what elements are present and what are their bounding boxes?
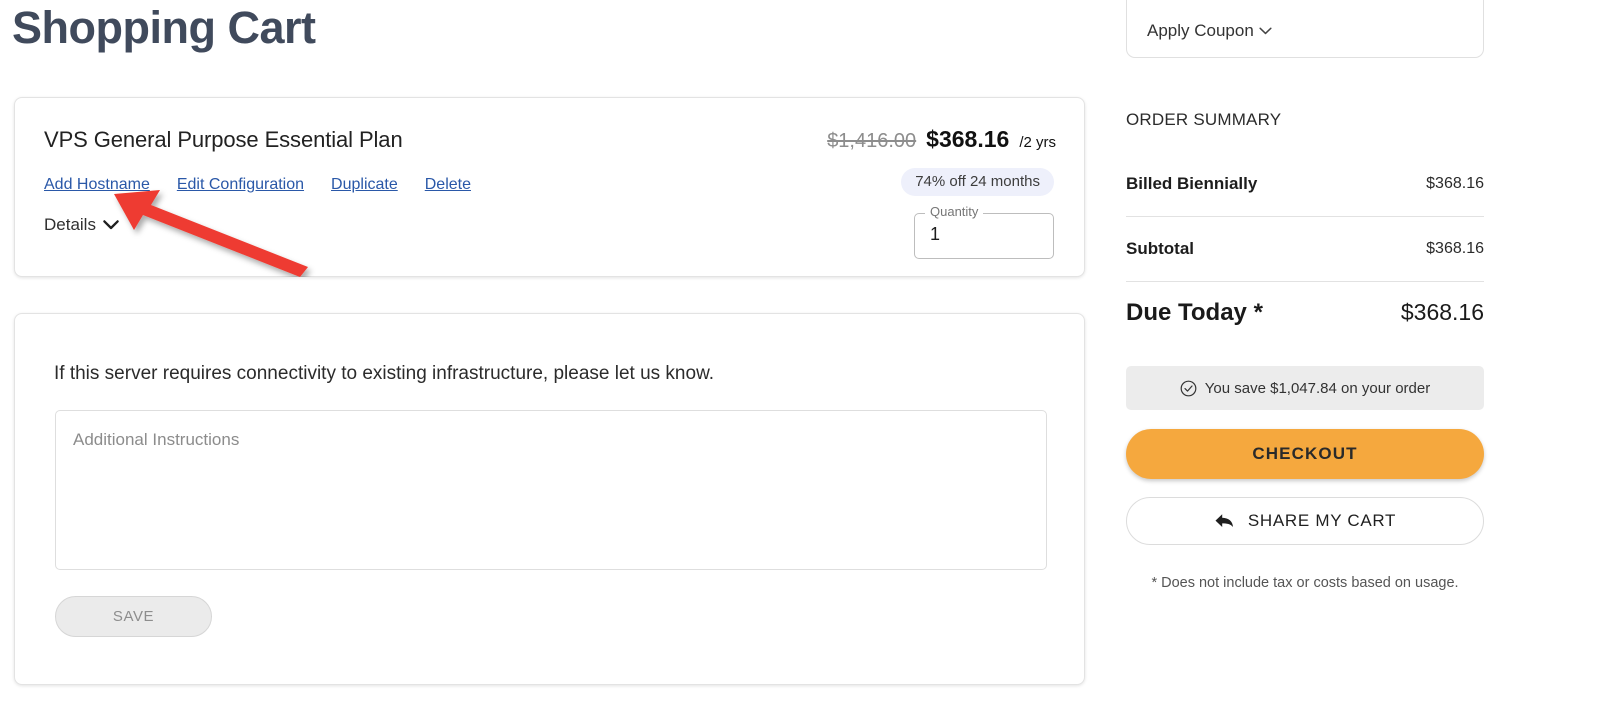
summary-row-subtotal: Subtotal $368.16 [1126, 239, 1484, 259]
due-today-value: $368.16 [1400, 299, 1484, 325]
product-card: VPS General Purpose Essential Plan Add H… [14, 97, 1085, 277]
summary-value: $368.16 [1426, 240, 1484, 257]
share-arrow-icon [1214, 513, 1235, 529]
due-today-row: Due Today * $368.16 [1126, 299, 1484, 327]
discount-badge: 74% off 24 months [901, 168, 1054, 196]
quantity-input[interactable] [930, 224, 1030, 245]
product-name: VPS General Purpose Essential Plan [44, 127, 403, 152]
tax-footnote: * Does not include tax or costs based on… [1151, 575, 1459, 591]
delete-link[interactable]: Delete [425, 176, 471, 194]
chevron-down-icon [103, 220, 119, 230]
quantity-field-wrapper: Quantity [914, 204, 1054, 259]
additional-instructions-box [55, 410, 1047, 570]
checkout-button[interactable]: CHECKOUT [1126, 429, 1484, 479]
apply-coupon-label: Apply Coupon [1147, 21, 1254, 40]
divider [1126, 281, 1484, 282]
summary-value: $368.16 [1426, 175, 1484, 192]
check-circle-icon [1180, 380, 1197, 397]
savings-banner: You save $1,047.84 on your order [1126, 366, 1484, 410]
due-today-label: Due Today * [1126, 299, 1263, 326]
quantity-label: Quantity [925, 204, 984, 219]
add-hostname-link[interactable]: Add Hostname [44, 176, 150, 194]
details-toggle[interactable]: Details [44, 215, 119, 235]
price-term: /2 yrs [1019, 134, 1056, 151]
summary-row-billed: Billed Biennially $368.16 [1126, 174, 1484, 194]
original-price: $1,416.00 [827, 130, 917, 152]
page-title: Shopping Cart [12, 2, 316, 53]
apply-coupon-label-group: Apply Coupon [1147, 21, 1272, 41]
share-my-cart-label: SHARE MY CART [1247, 511, 1397, 530]
savings-text: You save $1,047.84 on your order [1204, 379, 1431, 397]
price-row: $1,416.00 $368.16/2 yrs [827, 126, 1056, 153]
summary-label: Billed Biennially [1126, 174, 1258, 193]
details-label: Details [44, 215, 96, 234]
current-price: $368.16 [926, 126, 1010, 152]
save-button[interactable]: SAVE [55, 596, 212, 637]
duplicate-link[interactable]: Duplicate [331, 176, 398, 194]
divider [1126, 216, 1484, 217]
product-action-links: Add Hostname Edit Configuration Duplicat… [44, 176, 471, 194]
additional-instructions-input[interactable] [56, 411, 1046, 569]
share-my-cart-button[interactable]: SHARE MY CART [1126, 497, 1484, 545]
chevron-down-icon [1259, 27, 1272, 35]
apply-coupon-button[interactable]: Apply Coupon [1126, 0, 1484, 58]
edit-configuration-link[interactable]: Edit Configuration [177, 176, 304, 194]
summary-label: Subtotal [1126, 239, 1194, 258]
shopping-cart-page: Shopping Cart VPS General Purpose Essent… [0, 0, 1600, 713]
instructions-prompt: If this server requires connectivity to … [54, 363, 715, 384]
instructions-card: If this server requires connectivity to … [14, 313, 1085, 685]
order-summary-heading: ORDER SUMMARY [1126, 110, 1282, 129]
